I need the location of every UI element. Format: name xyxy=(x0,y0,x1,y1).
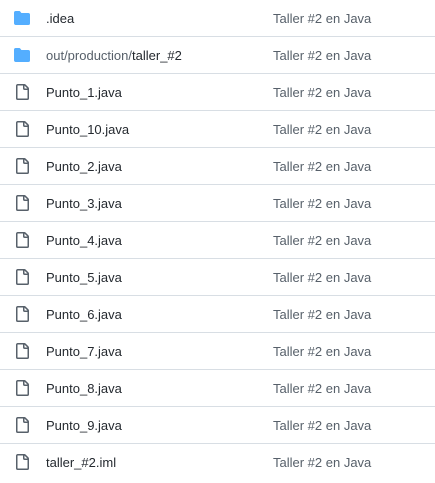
list-item[interactable]: Punto_7.java Taller #2 en Java xyxy=(0,333,435,370)
list-item[interactable]: Punto_4.java Taller #2 en Java xyxy=(0,222,435,259)
list-item[interactable]: Punto_1.java Taller #2 en Java xyxy=(0,74,435,111)
item-name: Punto_9.java xyxy=(46,418,122,433)
item-name-link[interactable]: Punto_10.java xyxy=(46,111,129,148)
commit-message-link[interactable]: Taller #2 en Java xyxy=(273,407,371,444)
item-name-link[interactable]: Punto_5.java xyxy=(46,259,122,296)
commit-message-link[interactable]: Taller #2 en Java xyxy=(273,222,371,259)
list-item[interactable]: Punto_2.java Taller #2 en Java xyxy=(0,148,435,185)
item-name: taller_#2 xyxy=(132,48,182,63)
list-item[interactable]: taller_#2.iml Taller #2 en Java xyxy=(0,444,435,481)
commit-message-link[interactable]: Taller #2 en Java xyxy=(273,296,371,333)
item-name: Punto_10.java xyxy=(46,122,130,137)
commit-message-link[interactable]: Taller #2 en Java xyxy=(273,148,371,185)
item-name: Punto_2.java xyxy=(46,159,122,174)
item-name: Punto_4.java xyxy=(46,233,122,248)
commit-message-link[interactable]: Taller #2 en Java xyxy=(273,111,371,148)
item-name-link[interactable]: Punto_6.java xyxy=(46,296,122,333)
commit-message-link[interactable]: Taller #2 en Java xyxy=(273,444,371,481)
item-name-link[interactable]: Punto_9.java xyxy=(46,407,122,444)
item-name: Punto_6.java xyxy=(46,307,122,322)
item-name-link[interactable]: taller_#2.iml xyxy=(46,444,116,481)
commit-message-link[interactable]: Taller #2 en Java xyxy=(273,37,371,74)
item-name: Punto_8.java xyxy=(46,381,122,396)
item-name-link[interactable]: Punto_4.java xyxy=(46,222,122,259)
commit-message-link[interactable]: Taller #2 en Java xyxy=(273,0,371,37)
commit-message-link[interactable]: Taller #2 en Java xyxy=(273,185,371,222)
list-item[interactable]: Punto_10.java Taller #2 en Java xyxy=(0,111,435,148)
list-item[interactable]: Punto_3.java Taller #2 en Java xyxy=(0,185,435,222)
item-name-link[interactable]: Punto_8.java xyxy=(46,370,122,407)
item-name: Punto_1.java xyxy=(46,85,122,100)
item-name: Punto_7.java xyxy=(46,344,122,359)
list-item[interactable]: Punto_6.java Taller #2 en Java xyxy=(0,296,435,333)
item-name-link[interactable]: Punto_7.java xyxy=(46,333,122,370)
list-item[interactable]: Punto_5.java Taller #2 en Java xyxy=(0,259,435,296)
file-list: .idea Taller #2 en Java out/production/t… xyxy=(0,0,435,481)
commit-message-link[interactable]: Taller #2 en Java xyxy=(273,74,371,111)
list-item[interactable]: .idea Taller #2 en Java xyxy=(0,0,435,37)
list-item[interactable]: Punto_8.java Taller #2 en Java xyxy=(0,370,435,407)
list-item[interactable]: Punto_9.java Taller #2 en Java xyxy=(0,407,435,444)
item-name-link[interactable]: .idea xyxy=(46,0,74,37)
commit-message-link[interactable]: Taller #2 en Java xyxy=(273,333,371,370)
item-name: taller_#2.iml xyxy=(46,455,117,470)
item-name: .idea xyxy=(46,11,75,26)
item-dir-prefix: out/production/ xyxy=(46,48,133,63)
item-name-link[interactable]: out/production/taller_#2 xyxy=(46,37,182,74)
commit-message-link[interactable]: Taller #2 en Java xyxy=(273,259,371,296)
item-name-link[interactable]: Punto_1.java xyxy=(46,74,122,111)
commit-message-link[interactable]: Taller #2 en Java xyxy=(273,370,371,407)
item-name-link[interactable]: Punto_3.java xyxy=(46,185,122,222)
list-item[interactable]: out/production/taller_#2 Taller #2 en Ja… xyxy=(0,37,435,74)
item-name-link[interactable]: Punto_2.java xyxy=(46,148,122,185)
item-name: Punto_3.java xyxy=(46,196,122,211)
item-name: Punto_5.java xyxy=(46,270,122,285)
